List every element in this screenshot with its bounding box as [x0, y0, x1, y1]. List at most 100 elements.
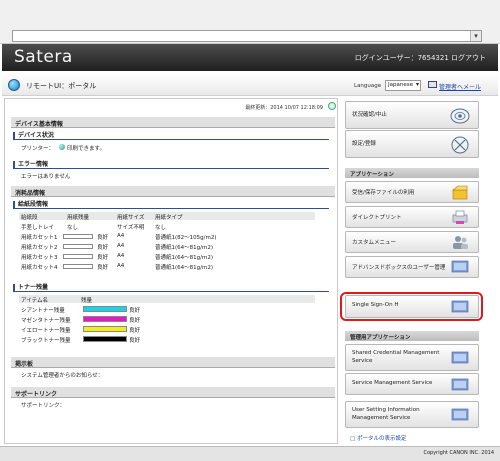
toner-table-header: アイテム名 残量	[19, 295, 315, 304]
paper-col-size: 用紙サイズ	[117, 215, 145, 221]
admin-app-label: Shared Credential Management Service	[352, 350, 440, 364]
toner-name: シアントナー残量	[21, 308, 65, 314]
toner-status: 良好	[129, 338, 141, 344]
support-link-title: サポートリンク	[11, 387, 335, 398]
toner-level-bar	[83, 336, 127, 342]
tray-name: 用紙カセット4	[21, 265, 58, 271]
toner-level-bar	[83, 316, 127, 322]
paper-level-bar	[63, 264, 93, 269]
user-setting-information-management-button[interactable]: User Setting Information Management Serv…	[345, 401, 479, 428]
toner-status: 良好	[129, 318, 141, 324]
toner-level-bar	[83, 306, 127, 312]
language-value: Japanese	[388, 82, 413, 88]
table-row: イエロートナー残量 良好	[19, 325, 315, 334]
eye-icon	[450, 108, 470, 124]
paper-info-title: 給紙段情報	[13, 201, 329, 209]
paper-col-tray: 給紙段	[21, 215, 38, 221]
monitor-icon	[451, 260, 469, 273]
tools-icon	[451, 136, 469, 154]
satera-logo: Satera	[14, 47, 73, 67]
advanced-box-user-management-button[interactable]: アドバンスドボックスのユーザー管理	[345, 256, 479, 278]
refresh-icon[interactable]	[328, 102, 336, 110]
toner-status: 良好	[129, 328, 141, 334]
tray-size: A4	[117, 253, 125, 259]
portal-display-settings-link[interactable]: □ ポータルの表示設定	[350, 434, 406, 442]
tray-size: A4	[117, 243, 125, 249]
bulletin-text: システム管理者からのお知らせ：	[21, 373, 104, 379]
monitor-icon	[451, 351, 469, 364]
app-label: カスタムメニュー	[352, 240, 397, 246]
monitor-icon	[451, 378, 469, 391]
device-info-title: デバイス基本情報	[11, 117, 335, 128]
settings-registration-label: 設定/登録	[352, 141, 376, 147]
chevron-down-icon[interactable]: ▾	[470, 31, 481, 41]
tray-size: A4	[117, 263, 125, 269]
paper-level-bar	[63, 244, 93, 249]
status-monitor-label: 状況確認/中止	[352, 112, 387, 118]
chevron-down-icon: ▾	[415, 81, 419, 88]
last-updated: 最終更新：2014 10/07 12:18:09	[245, 105, 323, 111]
page-title: リモートUI：ポータル	[26, 82, 97, 90]
shared-credential-management-button[interactable]: Shared Credential Management Service	[345, 344, 479, 371]
status-ok-icon	[59, 144, 65, 150]
tray-level: 良好	[97, 265, 109, 271]
consumables-title: 消耗品情報	[11, 186, 335, 197]
portal-icon	[8, 79, 20, 91]
table-row: 用紙カセット4 良好 A4 普通紙1(64〜81g/m2)	[19, 262, 315, 271]
custom-menu-button[interactable]: カスタムメニュー	[345, 231, 479, 253]
tray-type: 普通紙1(82〜105g/m2)	[155, 235, 217, 241]
paper-level-bar	[63, 234, 93, 239]
tray-name: 手差しトレイ	[21, 225, 55, 231]
paper-col-type: 用紙タイプ	[155, 215, 183, 221]
tray-name: 用紙カセット3	[21, 255, 58, 261]
sub-header: リモートUI：ポータル Language Japanese ▾ 管理者へメール	[2, 74, 498, 96]
table-row: 用紙カセット3 良好 A4 普通紙1(64〜81g/m2)	[19, 252, 315, 261]
table-row: 手差しトレイ なし サイズ不明 なし	[19, 222, 315, 231]
status-monitor-button[interactable]: 状況確認/中止	[345, 101, 479, 129]
mail-icon[interactable]	[428, 81, 437, 88]
receive-store-files-button[interactable]: 受信/保存ファイルの利用	[345, 181, 479, 203]
table-row: マゼンタトナー残量 良好	[19, 315, 315, 324]
table-row: ブラックトナー残量 良好	[19, 335, 315, 344]
toner-col-level: 残量	[81, 298, 93, 304]
tray-level: なし	[67, 225, 79, 231]
tray-level: 良好	[97, 245, 109, 251]
direct-print-button[interactable]: ダイレクトプリント	[345, 206, 479, 228]
monitor-icon	[451, 408, 469, 421]
app-header: Satera ログインユーザー：7654321 ログアウト	[2, 44, 498, 71]
tray-type: 普通紙1(64〜81g/m2)	[155, 245, 213, 251]
table-row: 用紙カセット1 良好 A4 普通紙1(82〜105g/m2)	[19, 232, 315, 241]
tray-type: 普通紙1(64〜81g/m2)	[155, 265, 213, 271]
toner-status: 良好	[129, 308, 141, 314]
main-panel: 最終更新：2014 10/07 12:18:09 デバイス基本情報 デバイス状況…	[4, 98, 338, 444]
device-status-title: デバイス状況	[13, 132, 329, 140]
admin-app-label: User Setting Information Management Serv…	[352, 407, 420, 421]
app-label: 受信/保存ファイルの利用	[352, 190, 415, 196]
address-bar[interactable]: ▾	[12, 30, 482, 42]
tray-name: 用紙カセット1	[21, 235, 58, 241]
error-info-title: エラー情報	[13, 161, 329, 169]
toner-name: マゼンタトナー残量	[21, 318, 71, 324]
folder-box-icon	[452, 185, 468, 200]
tray-size: サイズ不明	[117, 225, 145, 231]
copyright: Copyright CANON INC. 2014	[423, 450, 494, 456]
tray-level: 良好	[97, 235, 109, 241]
login-user-info[interactable]: ログインユーザー：7654321 ログアウト	[355, 53, 486, 63]
applications-section-title: アプリケーション	[345, 168, 479, 178]
toner-info-title: トナー残量	[13, 284, 329, 292]
toner-name: ブラックトナー残量	[21, 338, 71, 344]
settings-registration-button[interactable]: 設定/登録	[345, 130, 479, 158]
toner-name: イエロートナー残量	[21, 328, 71, 334]
table-row: 用紙カセット2 良好 A4 普通紙1(64〜81g/m2)	[19, 242, 315, 251]
highlight-outline	[340, 292, 483, 321]
portal-display-settings-label: ポータルの表示設定	[356, 436, 407, 442]
language-select[interactable]: Japanese ▾	[385, 80, 421, 91]
toner-col-item: アイテム名	[21, 298, 48, 304]
table-row: シアントナー残量 良好	[19, 305, 315, 314]
bulletin-title: 掲示板	[11, 357, 335, 368]
service-management-button[interactable]: Service Management Service	[345, 373, 479, 395]
app-label: アドバンスドボックスのユーザー管理	[352, 265, 446, 271]
tray-type: なし	[155, 225, 167, 231]
error-text: エラーはありません	[21, 174, 71, 180]
mail-admin-link[interactable]: 管理者へメール	[439, 82, 481, 91]
